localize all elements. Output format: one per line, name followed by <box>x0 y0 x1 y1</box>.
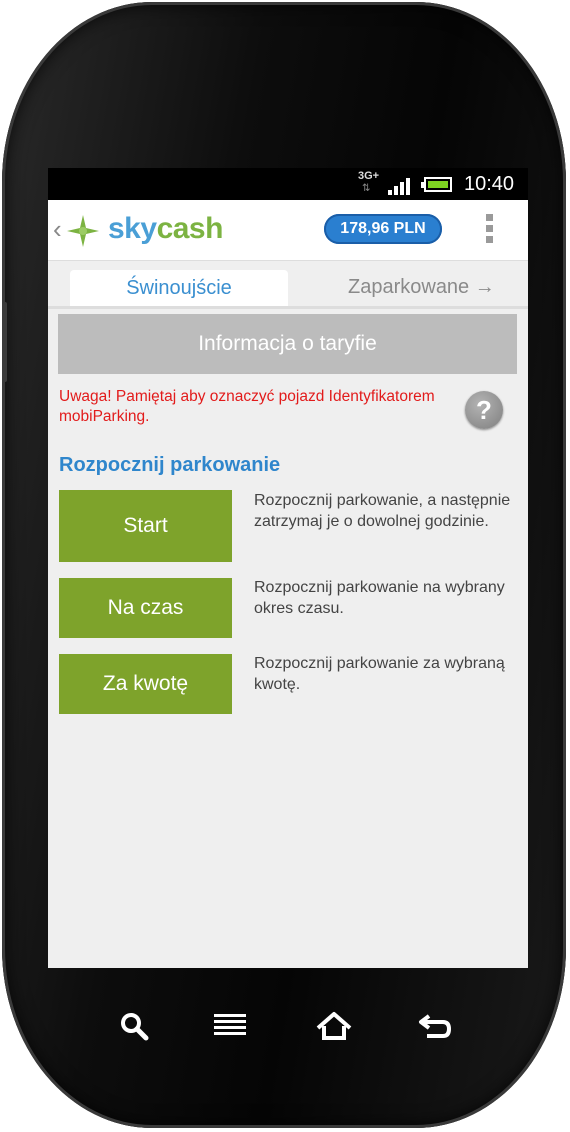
timed-parking-description: Rozpocznij parkowanie na wybrany okres c… <box>254 579 505 617</box>
back-icon[interactable] <box>415 1006 455 1046</box>
amount-parking-description: Rozpocznij parkowanie za wybraną kwotę. <box>254 655 505 693</box>
phone-side-button[interactable] <box>2 302 7 382</box>
network-type: 3G+ <box>358 170 380 182</box>
overflow-menu-icon[interactable] <box>486 214 494 246</box>
amount-parking-button[interactable]: Za kwotę <box>59 654 232 714</box>
status-bar: 3G+ ⇅ 10:40 <box>48 168 528 200</box>
app-logo[interactable]: skycash <box>108 212 223 246</box>
tab-divider <box>48 306 528 309</box>
search-icon[interactable] <box>114 1006 154 1046</box>
battery-level <box>428 181 448 188</box>
hardware-nav-bar <box>2 1006 570 1054</box>
app-bar: ‹ skycash 178,96 PLN <box>48 200 528 261</box>
up-navigation-icon[interactable]: ‹ <box>53 214 62 245</box>
balance-badge[interactable]: 178,96 PLN <box>324 214 442 244</box>
start-description: Rozpocznij parkowanie, a następnie zatrz… <box>254 492 511 530</box>
tab-zaparkowane[interactable]: Zaparkowane → <box>348 276 495 299</box>
status-time: 10:40 <box>464 173 515 195</box>
logo-cash-text: cash <box>156 212 224 245</box>
phone-frame: 3G+ ⇅ 10:40 ‹ skycash 178,96 PLN Świnouj… <box>2 2 566 1128</box>
tariff-info-button[interactable]: Informacja o taryfie <box>58 314 517 374</box>
warning-text: Uwaga! Pamiętaj aby oznaczyć pojazd Iden… <box>59 388 435 425</box>
network-activity-icon: ⇅ <box>362 183 371 194</box>
section-title: Rozpocznij parkowanie <box>59 454 281 476</box>
home-icon[interactable] <box>314 1006 354 1046</box>
start-button[interactable]: Start <box>59 490 232 562</box>
help-icon[interactable]: ? <box>465 391 503 429</box>
battery-icon <box>421 177 452 192</box>
signal-icon <box>388 177 416 195</box>
timed-parking-button[interactable]: Na czas <box>59 578 232 638</box>
skycash-star-icon <box>67 215 99 247</box>
menu-icon[interactable] <box>210 1006 250 1046</box>
tab-swinoujscie[interactable]: Świnoujście <box>70 270 288 306</box>
logo-sky-text: sky <box>108 212 157 245</box>
phone-screen: 3G+ ⇅ 10:40 ‹ skycash 178,96 PLN Świnouj… <box>48 168 528 968</box>
